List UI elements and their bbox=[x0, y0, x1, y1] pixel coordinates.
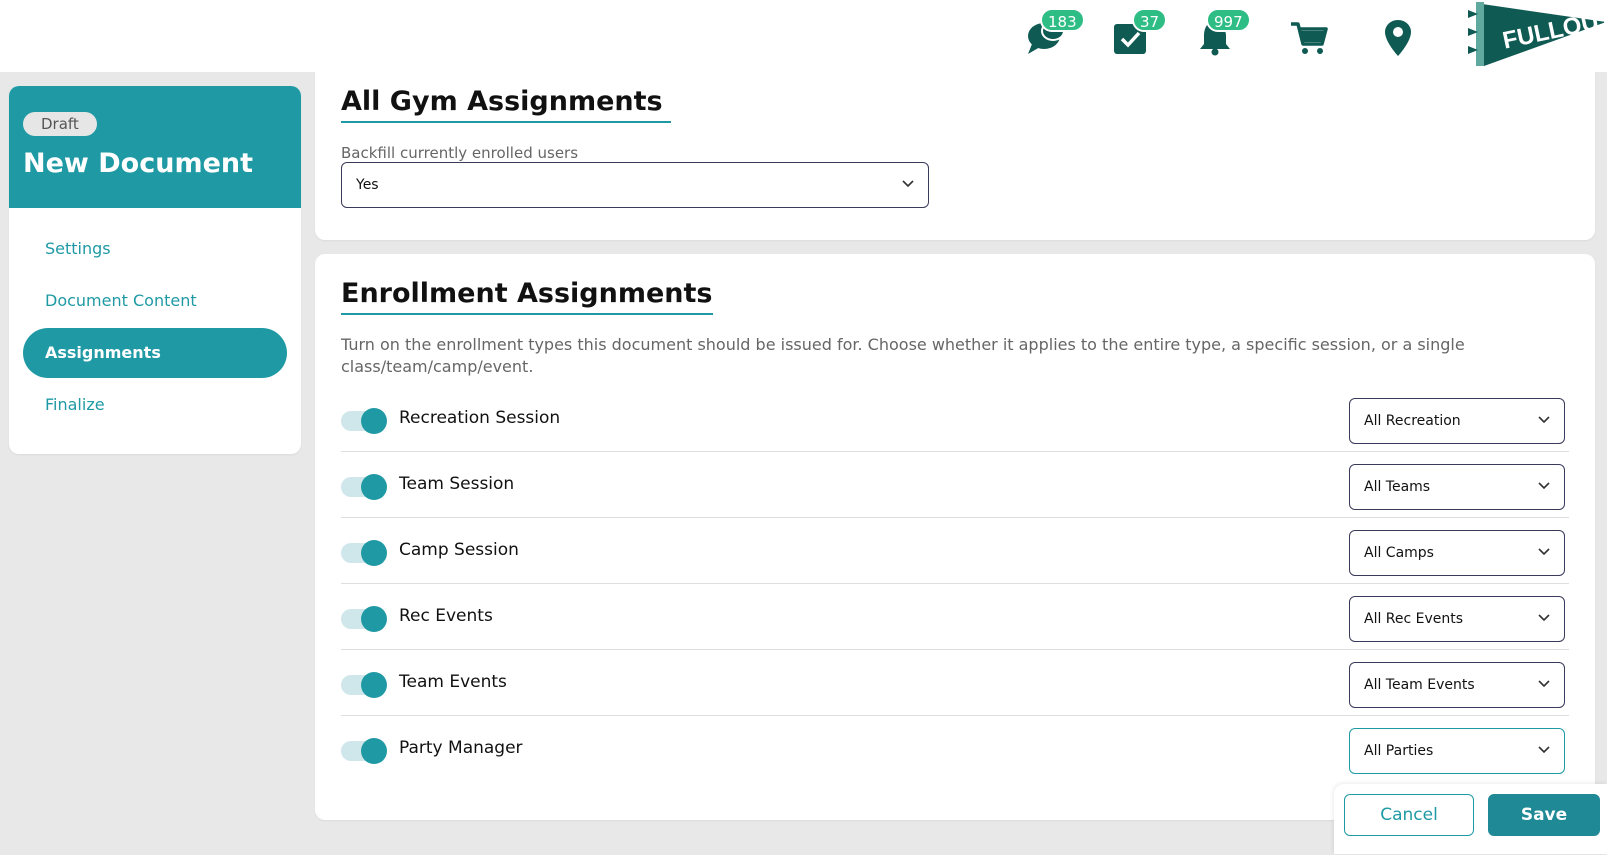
row-label: Camp Session bbox=[399, 540, 519, 560]
title-underline bbox=[341, 121, 671, 123]
notifications-badge: 997 bbox=[1206, 8, 1251, 32]
backfill-select[interactable]: Yes bbox=[341, 162, 929, 208]
messages-badge: 183 bbox=[1040, 8, 1085, 32]
status-badge: Draft bbox=[23, 112, 97, 136]
team-events-scope-select[interactable]: All Team Events bbox=[1349, 662, 1565, 708]
enrollment-row-team-events: Team Events All Team Events bbox=[341, 650, 1569, 716]
row-label: Recreation Session bbox=[399, 408, 561, 428]
chevron-down-icon bbox=[1538, 548, 1550, 556]
recreation-session-toggle[interactable] bbox=[341, 408, 387, 434]
backfill-select-value: Yes bbox=[356, 177, 379, 193]
fullout-logo[interactable]: FULLOUT bbox=[1466, 2, 1607, 66]
enrollment-row-team-session: Team Session All Teams bbox=[341, 452, 1569, 518]
party-scope-select[interactable]: All Parties bbox=[1349, 728, 1565, 774]
enrollment-row-recreation-session: Recreation Session All Recreation bbox=[341, 386, 1569, 452]
select-value: All Teams bbox=[1364, 479, 1431, 495]
enrollment-assignments-card: Enrollment Assignments Turn on the enrol… bbox=[315, 254, 1595, 820]
title-underline bbox=[341, 313, 713, 315]
select-value: All Recreation bbox=[1364, 413, 1461, 429]
sidebar-item-assignments[interactable]: Assignments bbox=[23, 328, 287, 378]
enrollment-row-party-manager: Party Manager All Parties bbox=[341, 716, 1569, 782]
save-button[interactable]: Save bbox=[1488, 794, 1600, 836]
cart-icon bbox=[1291, 22, 1328, 54]
party-manager-toggle[interactable] bbox=[341, 738, 387, 764]
chevron-down-icon bbox=[902, 180, 914, 188]
enrollment-row-rec-events: Rec Events All Rec Events bbox=[341, 584, 1569, 650]
cancel-button[interactable]: Cancel bbox=[1344, 794, 1474, 836]
row-label: Team Events bbox=[399, 672, 507, 692]
sidebar-item-settings[interactable]: Settings bbox=[23, 224, 287, 274]
enrollment-assignments-title: Enrollment Assignments bbox=[341, 278, 713, 309]
location-button[interactable] bbox=[1384, 14, 1428, 58]
gym-assignments-title: All Gym Assignments bbox=[341, 86, 663, 117]
chevron-down-icon bbox=[1538, 614, 1550, 622]
camp-session-toggle[interactable] bbox=[341, 540, 387, 566]
select-value: All Camps bbox=[1364, 545, 1434, 561]
cart-button[interactable] bbox=[1290, 14, 1334, 58]
document-title: New Document bbox=[23, 148, 254, 179]
chevron-down-icon bbox=[1538, 416, 1550, 424]
tasks-button[interactable]: 37 bbox=[1112, 8, 1168, 58]
chevron-down-icon bbox=[1538, 746, 1550, 754]
select-value: All Team Events bbox=[1364, 677, 1475, 693]
sidebar-nav: Settings Document Content Assignments Fi… bbox=[9, 208, 301, 430]
enrollment-description: Turn on the enrollment types this docume… bbox=[341, 335, 1465, 376]
sidebar-header: Draft New Document bbox=[9, 86, 301, 208]
sidebar-item-document-content[interactable]: Document Content bbox=[23, 276, 287, 326]
enrollment-row-camp-session: Camp Session All Camps bbox=[341, 518, 1569, 584]
messages-button[interactable]: 183 bbox=[1026, 8, 1085, 58]
tasks-badge: 37 bbox=[1132, 8, 1168, 32]
row-label: Party Manager bbox=[399, 738, 523, 758]
chevron-down-icon bbox=[1538, 482, 1550, 490]
pennant-logo-icon: FULLOUT bbox=[1468, 2, 1607, 66]
select-value: All Rec Events bbox=[1364, 611, 1464, 627]
team-session-toggle[interactable] bbox=[341, 474, 387, 500]
top-bar: 183 37 997 FULLOUT bbox=[0, 0, 1607, 72]
camp-scope-select[interactable]: All Camps bbox=[1349, 530, 1565, 576]
rec-events-scope-select[interactable]: All Rec Events bbox=[1349, 596, 1565, 642]
rec-events-toggle[interactable] bbox=[341, 606, 387, 632]
recreation-scope-select[interactable]: All Recreation bbox=[1349, 398, 1565, 444]
team-scope-select[interactable]: All Teams bbox=[1349, 464, 1565, 510]
notifications-button[interactable]: 997 bbox=[1198, 8, 1251, 58]
sidebar-item-finalize[interactable]: Finalize bbox=[23, 380, 287, 430]
row-label: Rec Events bbox=[399, 606, 493, 626]
team-events-toggle[interactable] bbox=[341, 672, 387, 698]
backfill-label: Backfill currently enrolled users bbox=[341, 144, 579, 162]
gym-assignments-card: All Gym Assignments Backfill currently e… bbox=[315, 72, 1595, 240]
map-pin-icon bbox=[1385, 20, 1411, 56]
document-sidebar: Draft New Document Settings Document Con… bbox=[9, 86, 301, 454]
action-bar: Cancel Save bbox=[1334, 784, 1607, 854]
chevron-down-icon bbox=[1538, 680, 1550, 688]
row-label: Team Session bbox=[399, 474, 515, 494]
select-value: All Parties bbox=[1364, 743, 1434, 759]
